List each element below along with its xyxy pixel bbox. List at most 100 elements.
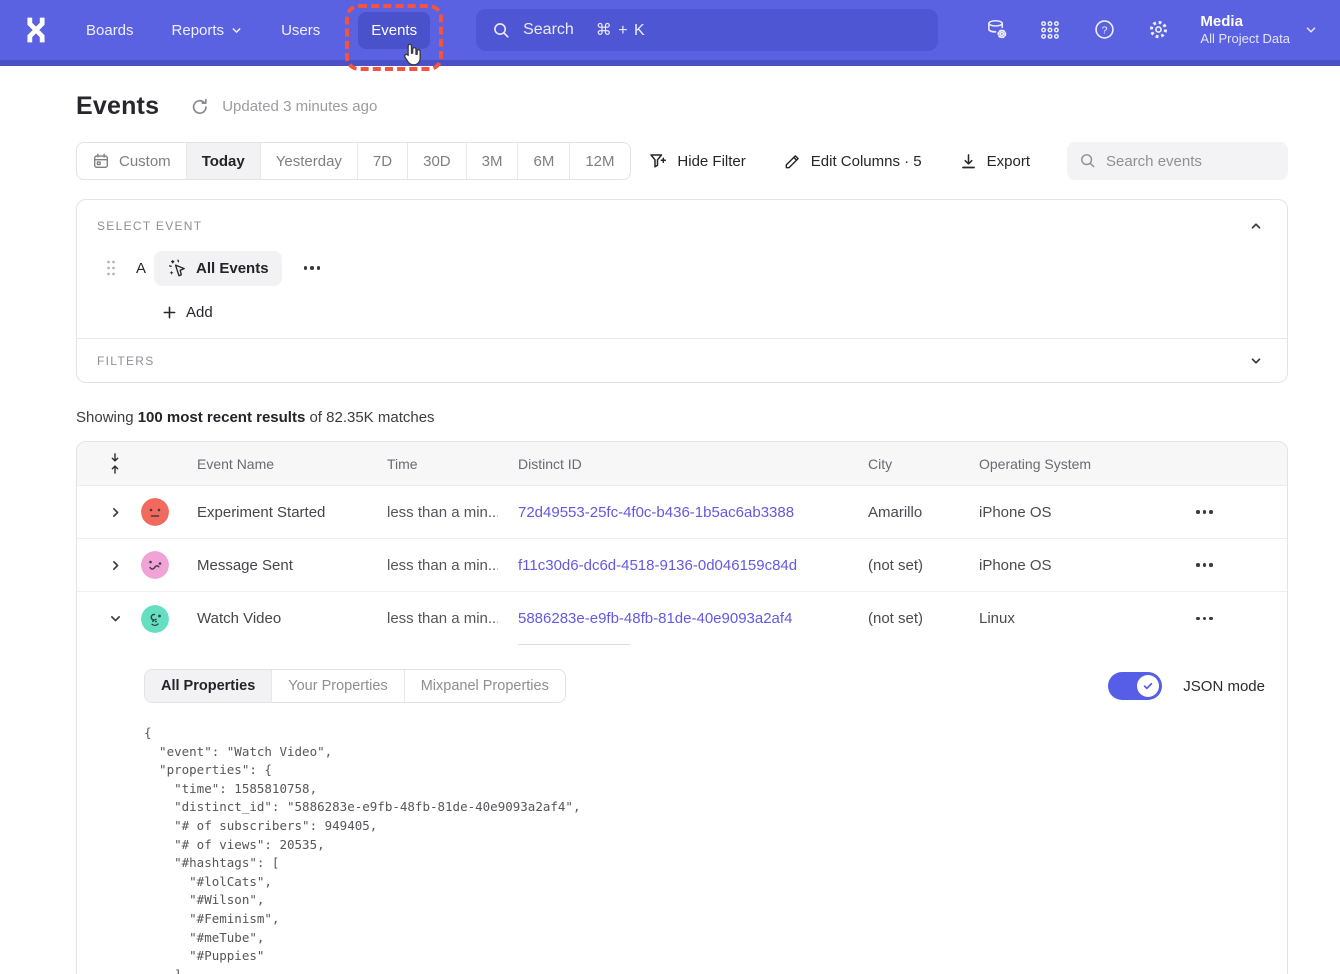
column-header-event-name[interactable]: Event Name <box>177 456 367 472</box>
nav-item-boards[interactable]: Boards <box>86 22 134 39</box>
search-shortcut: ⌘ + K <box>596 20 646 40</box>
json-view[interactable]: { "event": "Watch Video", "properties": … <box>144 724 1267 974</box>
city-cell: (not set) <box>848 610 959 627</box>
properties-tabs: All Properties Your Properties Mixpanel … <box>144 669 566 703</box>
toggle-knob <box>1137 675 1159 697</box>
distinct-id-cell: f11c30d6-dc6d-4518-9136-0d046159c84d <box>498 557 848 574</box>
column-header-distinct-id[interactable]: Distinct ID <box>498 456 848 472</box>
svg-text:?: ? <box>1101 25 1107 37</box>
date-range-today[interactable]: Today <box>187 143 261 179</box>
nav-bottom-strip <box>0 60 1340 66</box>
distinct-id-link[interactable]: 72d49553-25fc-4f0c-b436-1b5ac6ab3388 <box>518 504 794 521</box>
collapse-section-icon[interactable] <box>1245 215 1267 237</box>
nav-item-users[interactable]: Users <box>281 22 320 39</box>
tab-your-properties[interactable]: Your Properties <box>272 670 404 702</box>
city-cell: (not set) <box>848 557 959 574</box>
date-range-custom[interactable]: Custom <box>77 143 187 179</box>
nav-item-reports[interactable]: Reports <box>172 22 244 39</box>
distinct-id-link[interactable]: f11c30d6-dc6d-4518-9136-0d046159c84d <box>518 557 797 574</box>
date-range-6m[interactable]: 6M <box>518 143 570 179</box>
global-search-bar[interactable]: Search ⌘ + K <box>476 9 938 51</box>
page-title: Events <box>76 92 159 121</box>
nav-right-cluster: ? Media All Project Data <box>984 12 1318 48</box>
expand-filters-icon[interactable] <box>1245 350 1267 372</box>
os-cell: Linux <box>959 610 1189 627</box>
time-cell: less than a min... <box>367 610 498 627</box>
funnel-plus-icon <box>648 151 668 171</box>
chevron-down-icon <box>1304 23 1318 37</box>
date-range-selector: Custom Today Yesterday 7D 30D 3M 6M 12M <box>76 142 631 180</box>
pencil-icon <box>783 152 802 171</box>
edit-columns-button[interactable]: Edit Columns · 5 <box>783 152 922 171</box>
drag-handle-icon[interactable] <box>105 259 117 277</box>
project-scope: All Project Data <box>1200 31 1290 48</box>
os-cell: iPhone OS <box>959 504 1189 521</box>
date-range-12m[interactable]: 12M <box>570 143 629 179</box>
magic-cursor-icon <box>167 258 188 279</box>
event-query-row: A All Events <box>97 250 1267 286</box>
row-menu-icon[interactable] <box>1189 563 1213 567</box>
date-range-30d[interactable]: 30D <box>408 143 467 179</box>
json-mode-toggle[interactable] <box>1108 672 1162 700</box>
add-event-button[interactable]: Add <box>162 298 213 326</box>
os-cell: iPhone OS <box>959 557 1189 574</box>
row-menu-icon[interactable] <box>1189 617 1213 621</box>
chevron-down-icon <box>230 24 243 37</box>
distinct-id-cell: 72d49553-25fc-4f0c-b436-1b5ac6ab3388 <box>498 504 848 521</box>
column-header-city[interactable]: City <box>848 456 959 472</box>
mixpanel-logo-icon[interactable] <box>20 14 52 46</box>
event-row-menu-icon[interactable] <box>304 266 321 270</box>
refresh-icon[interactable] <box>190 96 212 118</box>
event-name-cell: Experiment Started <box>177 504 367 521</box>
table-header-row: Event Name Time Distinct ID City Operati… <box>77 442 1287 486</box>
expand-row-icon[interactable] <box>97 506 133 519</box>
settings-gear-icon[interactable] <box>1146 18 1170 42</box>
distinct-id-link[interactable]: 5886283e-e9fb-48fb-81de-40e9093a2af4 <box>518 610 792 627</box>
date-range-yesterday[interactable]: Yesterday <box>261 143 358 179</box>
project-switcher[interactable]: Media All Project Data <box>1200 12 1318 48</box>
search-events-input[interactable] <box>1106 153 1276 170</box>
time-cell: less than a min... <box>367 504 498 521</box>
event-name-cell: Watch Video <box>177 610 367 627</box>
updated-timestamp: Updated 3 minutes ago <box>222 98 377 115</box>
event-avatar <box>141 551 169 579</box>
table-row[interactable]: Message Sent less than a min... f11c30d6… <box>77 539 1287 592</box>
tab-mixpanel-properties[interactable]: Mixpanel Properties <box>405 670 565 702</box>
event-name-cell: Message Sent <box>177 557 367 574</box>
table-row[interactable]: Experiment Started less than a min... 72… <box>77 486 1287 539</box>
collapse-row-icon[interactable] <box>97 612 133 625</box>
nav-item-events[interactable]: Events <box>358 12 430 49</box>
event-avatar <box>141 605 169 633</box>
search-icon <box>492 21 511 40</box>
table-row-expanded[interactable]: Watch Video less than a min... 5886283e-… <box>77 592 1287 645</box>
export-button[interactable]: Export <box>959 152 1030 171</box>
expand-row-icon[interactable] <box>97 559 133 572</box>
event-avatar <box>141 498 169 526</box>
search-label: Search <box>523 21 574 39</box>
events-table: Event Name Time Distinct ID City Operati… <box>76 441 1288 974</box>
tab-all-properties[interactable]: All Properties <box>145 670 272 702</box>
row-menu-icon[interactable] <box>1189 510 1213 514</box>
column-header-time[interactable]: Time <box>367 456 498 472</box>
check-icon <box>1142 680 1154 692</box>
date-range-3m[interactable]: 3M <box>467 143 519 179</box>
hide-filter-button[interactable]: Hide Filter <box>648 151 745 171</box>
search-events-field[interactable] <box>1067 142 1288 180</box>
calendar-icon <box>92 152 110 170</box>
date-range-7d[interactable]: 7D <box>358 143 408 179</box>
column-header-os[interactable]: Operating System <box>959 456 1189 472</box>
filters-section[interactable]: FILTERS <box>77 338 1287 382</box>
data-management-icon[interactable] <box>984 18 1008 42</box>
query-builder-card: SELECT EVENT A All Events <box>76 199 1288 383</box>
filters-label: FILTERS <box>97 354 155 368</box>
download-icon <box>959 152 978 171</box>
help-icon[interactable]: ? <box>1092 18 1116 42</box>
city-cell: Amarillo <box>848 504 959 521</box>
sort-icon[interactable] <box>97 451 133 476</box>
event-selector-chip[interactable]: All Events <box>154 251 282 286</box>
event-detail-panel: All Properties Your Properties Mixpanel … <box>77 645 1287 974</box>
top-navigation: Boards Reports Users Events Search ⌘ + K <box>0 0 1340 60</box>
search-icon <box>1079 152 1097 170</box>
distinct-id-cell: 5886283e-e9fb-48fb-81de-40e9093a2af4 <box>498 610 848 627</box>
app-grid-icon[interactable] <box>1038 18 1062 42</box>
